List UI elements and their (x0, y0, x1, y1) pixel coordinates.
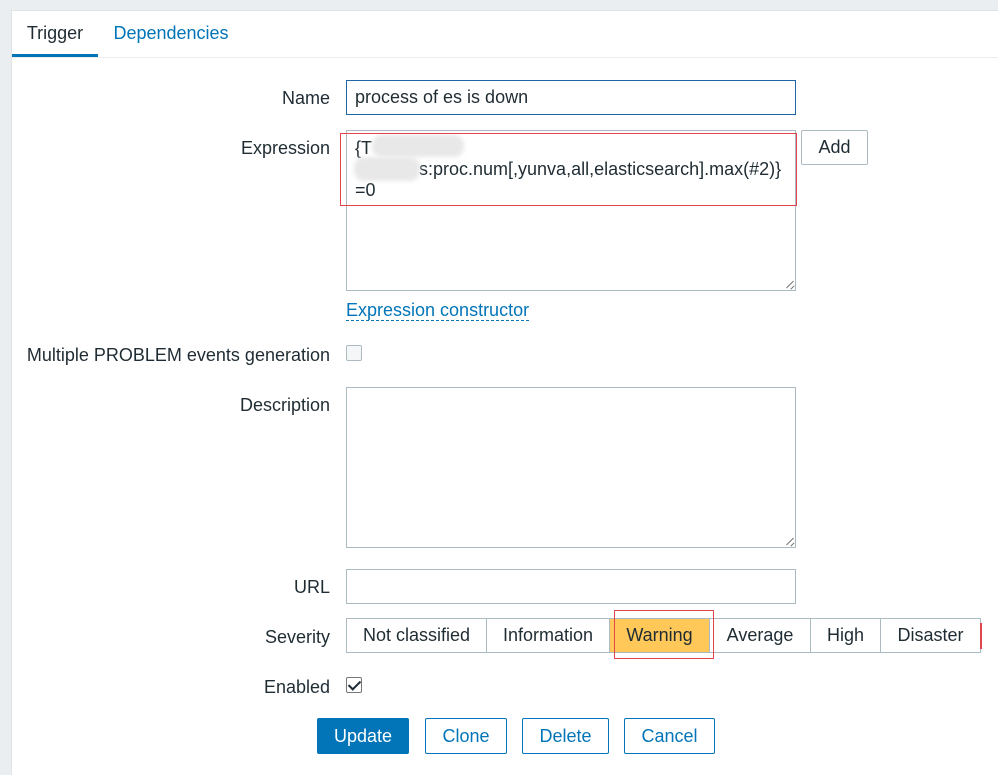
redacted-block (372, 135, 464, 157)
url-label-wrap: URL (12, 577, 330, 597)
expression-line-2: s:proc.num[,yunva,all,elasticsearch].max… (419, 159, 782, 179)
expression-constructor-link[interactable]: Expression constructor (346, 300, 530, 321)
name-label-wrap: Name (12, 88, 330, 108)
severity-warning[interactable]: Warning (609, 618, 710, 653)
redacted-block (354, 157, 420, 181)
url-input[interactable] (346, 569, 796, 604)
severity-label-wrap: Severity (12, 627, 330, 647)
resize-grip-icon[interactable] (784, 279, 794, 289)
tab-bar: Trigger Dependencies (12, 11, 998, 58)
tab-trigger[interactable]: Trigger (12, 11, 98, 57)
multiple-events-checkbox[interactable] (346, 345, 362, 361)
severity-high[interactable]: High (810, 618, 881, 653)
enabled-label: Enabled (263, 677, 330, 697)
severity-label: Severity (264, 627, 330, 647)
expression-line-1: {T (355, 138, 373, 158)
description-label-wrap: Description (12, 395, 330, 415)
name-input[interactable] (346, 80, 796, 115)
severity-not-classified[interactable]: Not classified (346, 618, 487, 653)
multiple-events-label-wrap: Multiple PROBLEM events generation (12, 345, 330, 365)
url-label: URL (293, 577, 330, 597)
trigger-form-panel: Trigger Dependencies Name Expression {T … (11, 10, 998, 775)
severity-information[interactable]: Information (486, 618, 610, 653)
expression-line-3: =0 (355, 180, 376, 200)
tab-dependencies[interactable]: Dependencies (112, 11, 230, 57)
description-label: Description (239, 395, 330, 415)
name-label: Name (281, 88, 330, 108)
delete-button[interactable]: Delete (522, 718, 609, 754)
expression-label-wrap: Expression (12, 138, 330, 158)
severity-disaster[interactable]: Disaster (880, 618, 981, 653)
cancel-button[interactable]: Cancel (624, 718, 715, 754)
resize-grip-icon[interactable] (784, 536, 794, 546)
severity-average[interactable]: Average (709, 618, 811, 653)
enabled-label-wrap: Enabled (12, 677, 330, 697)
clone-button[interactable]: Clone (425, 718, 507, 754)
description-textarea[interactable] (346, 387, 796, 548)
enabled-checkbox[interactable] (346, 677, 362, 693)
multiple-events-label: Multiple PROBLEM events generation (26, 345, 330, 365)
add-button[interactable]: Add (801, 130, 868, 165)
expression-label: Expression (240, 138, 330, 158)
update-button[interactable]: Update (317, 718, 409, 754)
